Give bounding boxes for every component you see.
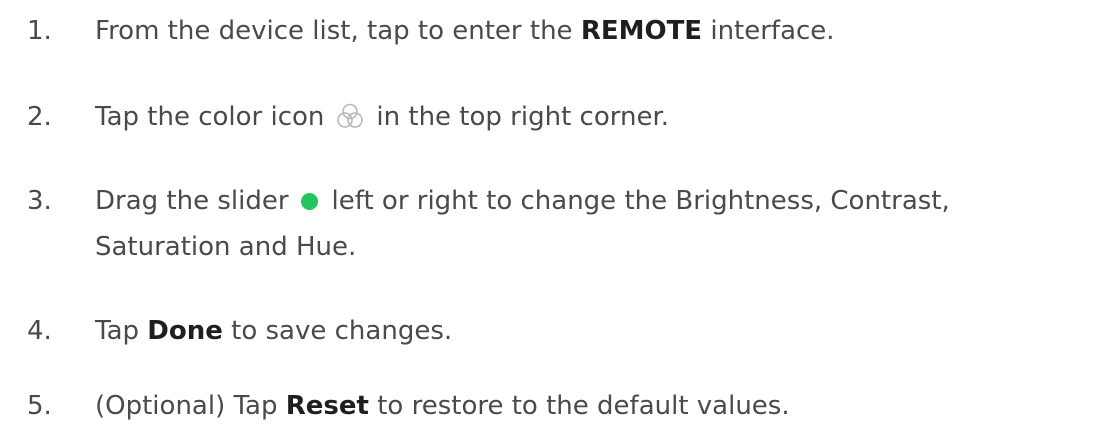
step-text-before: Tap	[95, 316, 148, 346]
reset-label: Reset	[285, 391, 369, 421]
step-text-after: in the top right corner.	[376, 102, 670, 132]
step-text-after: to restore to the default values.	[368, 391, 790, 421]
step-number: 2.	[27, 102, 52, 132]
slider-handle-icon	[300, 193, 318, 210]
step-text-before: (Optional) Tap	[95, 391, 286, 421]
step-text: (Optional) Tap Reset to restore to the d…	[95, 389, 1095, 423]
step-text-before: From the device list, tap to enter the	[95, 16, 581, 46]
step-text-before: Tap the color icon	[95, 102, 325, 132]
step-text-line2: Saturation and Hue.	[95, 232, 357, 262]
step-number: 4.	[27, 316, 52, 346]
step-text: Tap the color icon in the top right corne…	[95, 100, 1095, 134]
step-text-after: interface.	[702, 16, 835, 46]
color-circles-icon	[336, 102, 364, 130]
step-text: Drag the slider left or right to change t…	[95, 184, 1095, 264]
step-text-before: Drag the slider	[95, 186, 289, 216]
step-text: Tap Done to save changes.	[95, 314, 1095, 348]
step-text-after: left or right to change the Brightness, …	[331, 186, 950, 216]
done-label: Done	[147, 316, 223, 346]
step-text-after: to save changes.	[222, 316, 453, 346]
step-number: 5.	[27, 391, 52, 421]
step-text: From the device list, tap to enter the R…	[95, 14, 1095, 48]
step-number: 3.	[27, 186, 52, 216]
step-number: 1.	[27, 16, 52, 46]
remote-label: REMOTE	[580, 16, 703, 46]
